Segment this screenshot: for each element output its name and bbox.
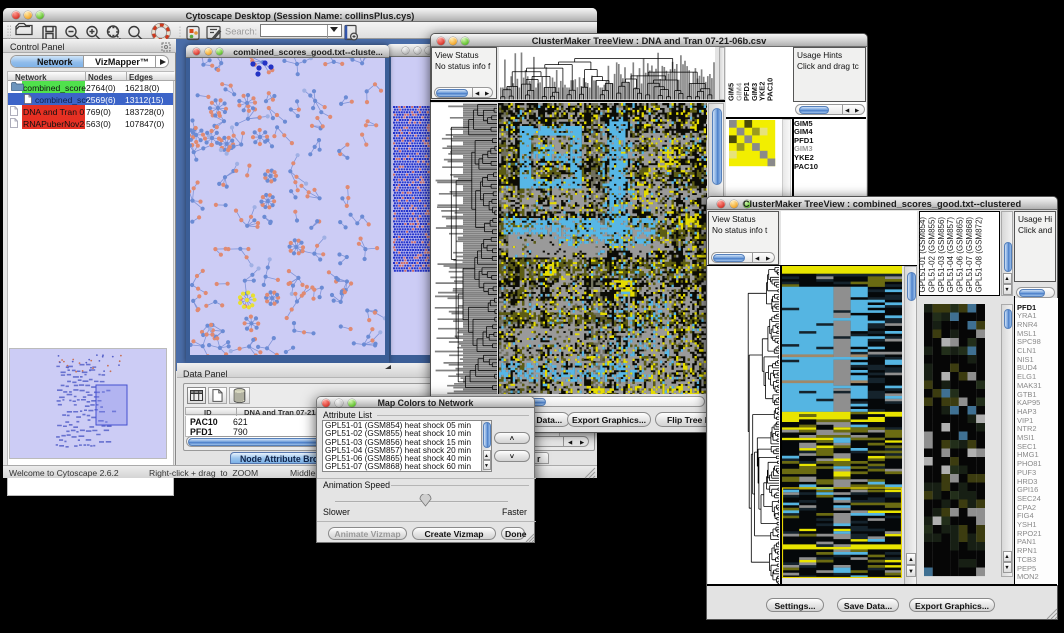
svg-text:Search:: Search: xyxy=(225,27,257,37)
svg-text:GPL51-07 (GSM868): GPL51-07 (GSM868) xyxy=(965,217,974,293)
svg-text:PAC10: PAC10 xyxy=(766,78,775,101)
svg-text:GPL51-03 (GSM856): GPL51-03 (GSM856) xyxy=(937,217,946,293)
svg-text:GPL51-06 (GSM865): GPL51-06 (GSM865) xyxy=(956,217,965,293)
svg-text:GPL51-01 (GSM854): GPL51-01 (GSM854) xyxy=(919,217,927,293)
svg-text:GPL51-08 (GSM872): GPL51-08 (GSM872) xyxy=(974,217,983,293)
svg-text:GPL51-02 (GSM855): GPL51-02 (GSM855) xyxy=(927,217,936,293)
svg-text:GPL51-04 (GSM857): GPL51-04 (GSM857) xyxy=(946,217,955,293)
